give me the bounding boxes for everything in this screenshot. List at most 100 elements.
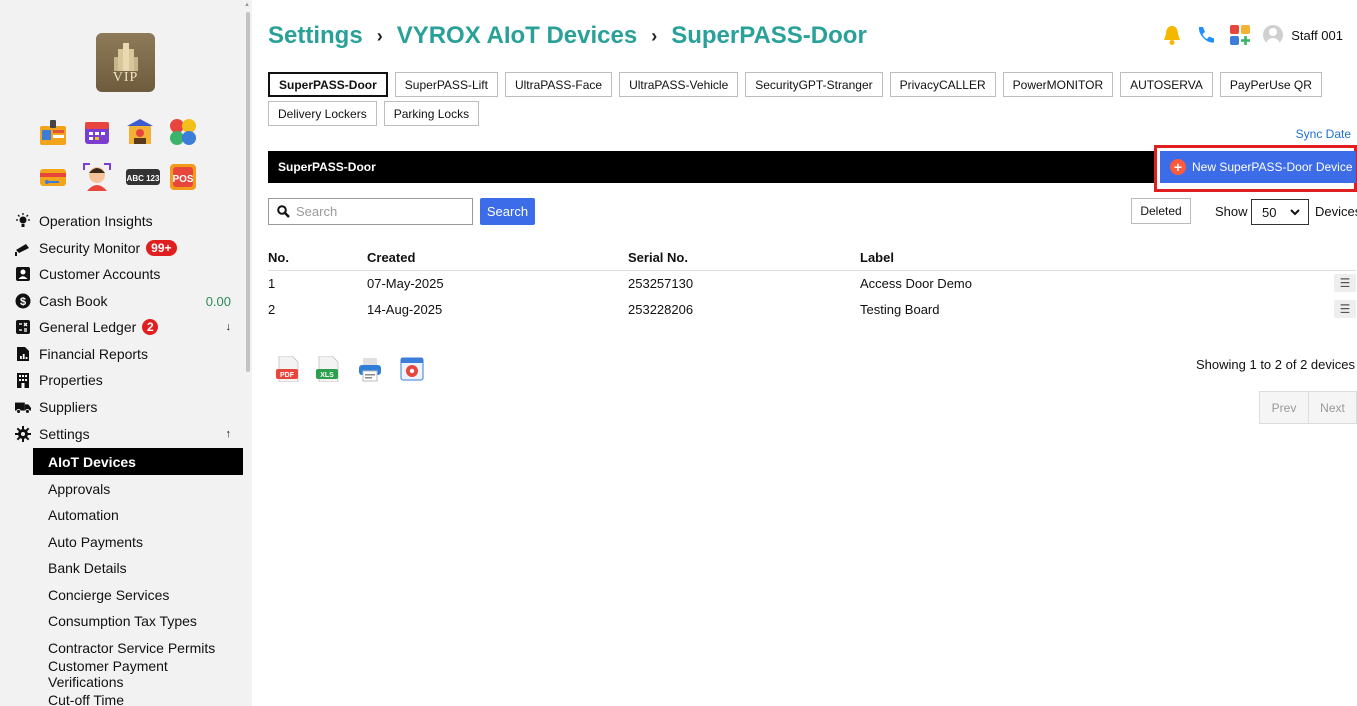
user-avatar	[1263, 25, 1284, 45]
deleted-button[interactable]: Deleted	[1131, 198, 1191, 224]
plus-circle-icon: +	[1170, 159, 1186, 175]
column-header-serial: Serial No.	[628, 246, 860, 271]
new-device-button[interactable]: + New SuperPASS-Door Device	[1160, 151, 1356, 183]
sidebar-item-label: Operation Insights	[39, 213, 153, 229]
cell-no: 2	[268, 301, 276, 317]
settings-sub-aiot-devices[interactable]: AIoT Devices	[33, 448, 243, 475]
column-header-no: No.	[268, 246, 367, 271]
puzzle-app-icon[interactable]	[168, 117, 198, 147]
gear-icon	[15, 426, 31, 442]
bell-icon[interactable]	[1161, 24, 1183, 46]
sidebar-item-suppliers[interactable]: Suppliers	[15, 396, 231, 418]
expand-arrow-icon[interactable]: ↓	[226, 321, 232, 333]
sidebar-item-security-monitor[interactable]: Security Monitor 99+	[15, 237, 231, 259]
table-header-row: No. Created Serial No. Label	[268, 246, 1356, 271]
prev-page-button[interactable]: Prev	[1260, 392, 1308, 423]
sidebar-item-label: Settings	[39, 426, 90, 442]
license-plate-app-icon[interactable]: ABC 123	[125, 162, 161, 192]
sub-item-label: Concierge Services	[48, 586, 170, 603]
search-button[interactable]: Search	[480, 198, 535, 225]
account-icon	[15, 266, 31, 282]
tab-delivery-lockers[interactable]: Delivery Lockers	[268, 101, 377, 126]
tab-ultrapass-face[interactable]: UltraPASS-Face	[504, 72, 613, 97]
sidebar-item-operation-insights[interactable]: Operation Insights	[15, 210, 231, 232]
tab-superpass-lift[interactable]: SuperPASS-Lift	[394, 72, 498, 97]
scroll-up-arrow-icon[interactable]: ▲	[244, 2, 251, 8]
tab-securitygpt-stranger[interactable]: SecurityGPT-Stranger	[745, 72, 883, 97]
building-app-icon[interactable]	[125, 117, 155, 147]
settings-window-icon[interactable]	[400, 356, 424, 382]
row-menu-icon[interactable]: ☰	[1334, 300, 1356, 318]
row-menu-icon[interactable]: ☰	[1334, 274, 1356, 293]
settings-sub-concierge-services[interactable]: Concierge Services	[33, 581, 243, 608]
settings-sub-approvals[interactable]: Approvals	[33, 475, 243, 502]
building-logo-icon	[114, 43, 138, 71]
settings-sub-customer-payment-verifications[interactable]: Customer Payment Verifications	[33, 657, 243, 690]
user-menu[interactable]: Staff 001	[1263, 25, 1343, 45]
table-row[interactable]: 1 07-May-2025 253257130 Access Door Demo…	[268, 270, 1356, 296]
pdf-icon[interactable]: PDF	[276, 356, 300, 382]
search-input[interactable]	[296, 204, 466, 219]
pdf-label: PDF	[280, 372, 295, 379]
search-box[interactable]	[268, 198, 473, 225]
svg-text:$: $	[20, 296, 26, 308]
calendar-app-icon[interactable]	[82, 117, 112, 147]
table-row[interactable]: 2 14-Aug-2025 253228206 Testing Board ☰	[268, 296, 1356, 322]
xls-icon[interactable]: XLS	[316, 356, 340, 382]
column-header-created: Created	[367, 246, 628, 271]
sidebar-item-properties[interactable]: Properties	[15, 369, 231, 391]
sidebar-item-general-ledger[interactable]: General Ledger 2 ↓	[15, 316, 231, 338]
phone-icon[interactable]	[1195, 24, 1217, 46]
tab-parking-locks[interactable]: Parking Locks	[383, 101, 480, 126]
device-type-tabs-row-2: Delivery Lockers Parking Locks	[268, 101, 480, 126]
tab-autoserva[interactable]: AUTOSERVA	[1120, 72, 1213, 97]
breadcrumb-current: SuperPASS-Door	[671, 22, 867, 49]
pagination-summary: Showing 1 to 2 of 2 devices	[1196, 357, 1355, 372]
sub-item-label: Customer Payment Verifications	[48, 657, 168, 690]
devices-table: No. Created Serial No. Label 1 07-May-20…	[268, 246, 1356, 322]
sidebar-scroll-thumb[interactable]	[246, 12, 250, 372]
face-recognition-app-icon[interactable]	[82, 162, 112, 192]
collapse-arrow-icon[interactable]: ↑	[226, 428, 232, 440]
keycard-app-icon[interactable]	[38, 162, 68, 192]
pos-app-icon[interactable]: POS	[168, 162, 198, 192]
cell-created: 14-Aug-2025	[367, 301, 443, 317]
tab-payperuse-qr[interactable]: PayPerUse QR	[1219, 72, 1322, 97]
breadcrumb-settings[interactable]: Settings	[268, 22, 363, 50]
sub-item-label: Cut-off Time	[48, 691, 124, 706]
cell-label: Testing Board	[860, 301, 940, 317]
sync-date-link[interactable]: Sync Date	[1296, 127, 1351, 141]
search-icon	[277, 205, 290, 218]
tab-superpass-door[interactable]: SuperPASS-Door	[268, 72, 388, 97]
section-title: SuperPASS-Door	[278, 160, 376, 174]
chevron-down-icon	[1290, 208, 1301, 215]
settings-sub-bank-details[interactable]: Bank Details	[33, 554, 243, 581]
truck-icon	[15, 399, 31, 415]
breadcrumb-aiot-devices[interactable]: VYROX AIoT Devices	[397, 22, 638, 50]
next-page-button[interactable]: Next	[1308, 392, 1356, 423]
page-size-select[interactable]: 50	[1251, 199, 1309, 225]
tab-privacycaller[interactable]: PrivacyCALLER	[889, 72, 996, 97]
cell-serial: 253228206	[628, 301, 694, 317]
sub-item-label: Consumption Tax Types	[48, 612, 197, 629]
tab-powermonitor[interactable]: PowerMONITOR	[1002, 72, 1114, 97]
device-type-tabs-row-1: SuperPASS-Door SuperPASS-Lift UltraPASS-…	[268, 72, 1322, 97]
sidebar-item-customer-accounts[interactable]: Customer Accounts	[15, 263, 231, 285]
sidebar-item-settings[interactable]: Settings ↑	[15, 423, 231, 445]
column-header-actions	[1316, 246, 1356, 271]
settings-sub-automation[interactable]: Automation	[33, 501, 243, 528]
bulb-icon	[15, 213, 31, 229]
print-icon[interactable]	[358, 356, 382, 382]
vip-logo[interactable]: VIP	[96, 33, 155, 92]
report-icon	[15, 346, 31, 362]
apps-grid-icon[interactable]	[1229, 24, 1251, 46]
sidebar-item-cash-book[interactable]: $ Cash Book 0.00	[15, 290, 231, 312]
settings-sub-consumption-tax-types[interactable]: Consumption Tax Types	[33, 607, 243, 634]
settings-sub-auto-payments[interactable]: Auto Payments	[33, 528, 243, 555]
sidebar: VIP ABC 123 POS Operation Insights Secur…	[0, 0, 252, 706]
tab-ultrapass-vehicle[interactable]: UltraPASS-Vehicle	[619, 72, 739, 97]
id-card-app-icon[interactable]	[38, 117, 68, 147]
settings-sub-cut-off-time[interactable]: Cut-off Time	[33, 686, 243, 706]
sidebar-item-financial-reports[interactable]: Financial Reports	[15, 343, 231, 365]
sidebar-item-label: Cash Book	[39, 293, 108, 309]
